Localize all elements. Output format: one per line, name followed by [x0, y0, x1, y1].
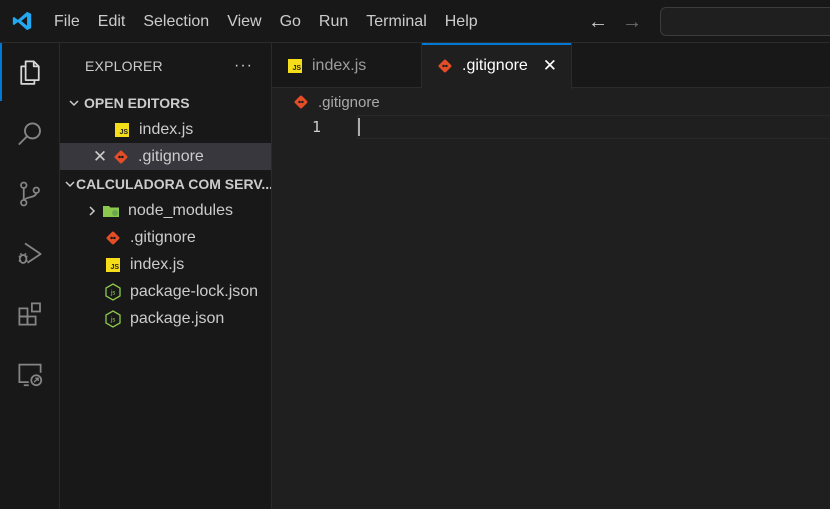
tree-item-package-json[interactable]: js package.json [60, 305, 271, 332]
open-editor-item-gitignore[interactable]: ✕ .gitignore [60, 143, 271, 170]
source-control-icon[interactable] [0, 165, 60, 223]
search-icon[interactable] [0, 105, 60, 163]
breadcrumb[interactable]: .gitignore [292, 91, 380, 113]
tree-item-label: node_modules [128, 201, 233, 219]
menu-run[interactable]: Run [310, 0, 357, 43]
sidebar-header: EXPLORER ··· [60, 43, 271, 89]
close-icon[interactable]: ✕ [543, 56, 557, 76]
breadcrumb-file[interactable]: .gitignore [318, 94, 380, 111]
js-file-icon: JS [286, 57, 304, 75]
editor-area: JS index.js .gitignore ✕ .gitignore 1 [272, 43, 830, 509]
open-editor-label: index.js [139, 120, 194, 138]
tab-gitignore[interactable]: .gitignore ✕ [422, 43, 572, 89]
current-line-highlight[interactable] [357, 115, 830, 139]
svg-text:js: js [110, 316, 116, 323]
remote-explorer-icon[interactable] [0, 345, 60, 403]
tree-item-label: package-lock.json [130, 282, 259, 300]
chevron-down-icon [64, 178, 76, 190]
svg-text:js: js [110, 289, 116, 296]
open-editors-header[interactable]: OPEN EDITORS [60, 89, 271, 116]
run-debug-icon[interactable] [0, 225, 60, 283]
command-center-search[interactable] [660, 7, 830, 36]
activity-bar [0, 43, 60, 509]
project-folder-header[interactable]: CALCULADORA COM SERV... [60, 170, 271, 197]
back-arrow-icon[interactable]: ← [588, 12, 608, 32]
chevron-right-icon [82, 205, 102, 217]
js-file-icon: JS [113, 121, 131, 139]
title-bar: File Edit Selection View Go Run Terminal… [0, 0, 830, 43]
explorer-sidebar: EXPLORER ··· OPEN EDITORS JS index.js ✕ … [60, 43, 272, 509]
folder-icon [102, 202, 120, 220]
tab-label: index.js [312, 56, 367, 74]
menu-terminal[interactable]: Terminal [357, 0, 435, 43]
tree-item-label: index.js [130, 255, 185, 273]
tree-item-node-modules[interactable]: node_modules [60, 197, 271, 224]
tab-index-js[interactable]: JS index.js [272, 43, 422, 88]
forward-arrow-icon[interactable]: → [622, 12, 642, 32]
tree-item-package-lock-json[interactable]: js package-lock.json [60, 278, 271, 305]
open-editors-title: OPEN EDITORS [84, 94, 190, 111]
git-icon [112, 148, 130, 166]
project-folder-title: CALCULADORA COM SERV... [76, 175, 271, 192]
open-editor-label: .gitignore [138, 147, 204, 165]
chevron-down-icon [64, 97, 84, 109]
menu-help[interactable]: Help [436, 0, 487, 43]
tree-item-gitignore[interactable]: .gitignore [60, 224, 271, 251]
vscode-window: File Edit Selection View Go Run Terminal… [0, 0, 830, 509]
line-number: 1 [312, 118, 322, 136]
sidebar-title: EXPLORER [85, 58, 163, 74]
node-json-icon: js [104, 282, 122, 301]
menu-bar: File Edit Selection View Go Run Terminal… [45, 0, 487, 43]
menu-edit[interactable]: Edit [89, 0, 135, 43]
menu-file[interactable]: File [45, 0, 89, 43]
git-icon [436, 57, 454, 75]
git-icon [104, 229, 122, 247]
extensions-icon[interactable] [0, 285, 60, 343]
node-json-icon: js [104, 309, 122, 328]
tree-item-index-js[interactable]: JS index.js [60, 251, 271, 278]
editor-tabs: JS index.js .gitignore ✕ [272, 43, 830, 89]
tab-label: .gitignore [462, 57, 528, 74]
menu-go[interactable]: Go [271, 0, 310, 43]
open-editor-item-index-js[interactable]: JS index.js [60, 116, 271, 143]
close-icon[interactable]: ✕ [92, 147, 108, 167]
more-actions-icon[interactable]: ··· [234, 57, 253, 75]
tree-item-label: package.json [130, 309, 225, 327]
git-icon [292, 93, 310, 111]
tree-item-label: .gitignore [130, 228, 196, 246]
explorer-icon[interactable] [0, 43, 60, 101]
vscode-logo-icon [0, 0, 44, 43]
navigation-arrows: ← → [588, 0, 642, 43]
text-cursor [358, 118, 360, 136]
menu-view[interactable]: View [218, 0, 270, 43]
menu-selection[interactable]: Selection [134, 0, 218, 43]
js-file-icon: JS [104, 256, 122, 274]
